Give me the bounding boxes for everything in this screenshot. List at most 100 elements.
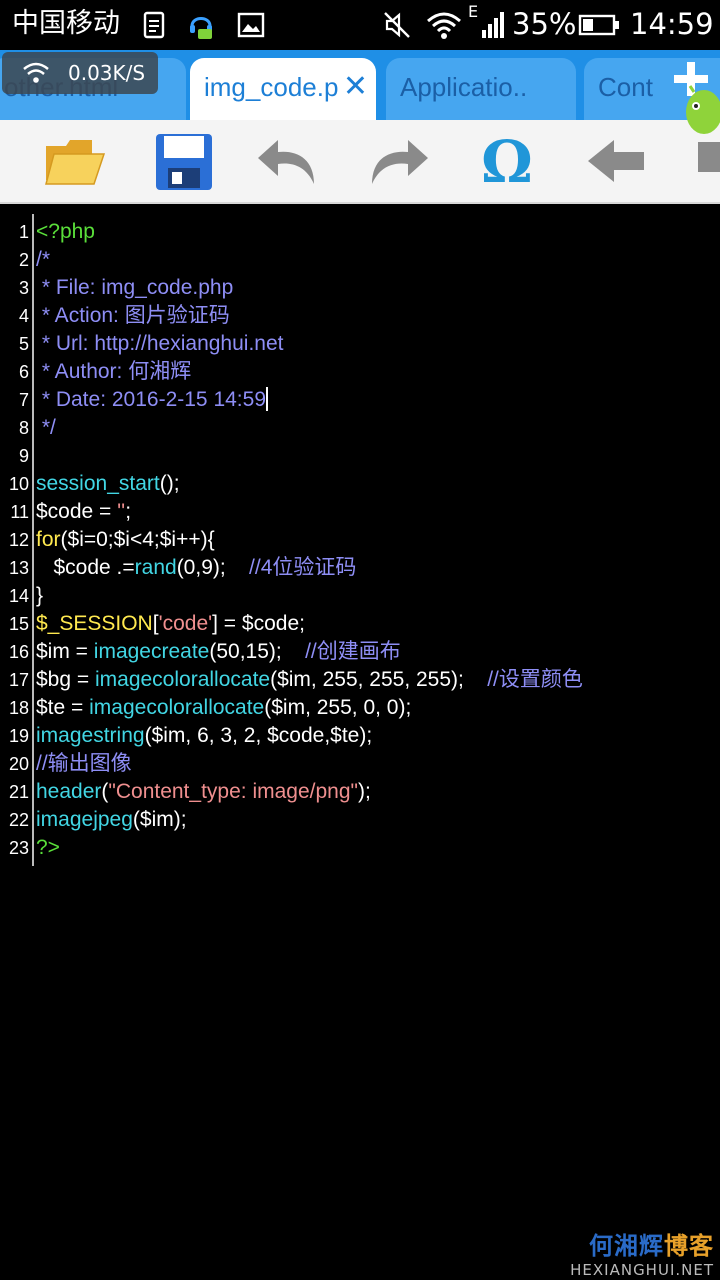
code-line[interactable]: 10 session_start(); — [0, 470, 720, 498]
watermark-title-blog: 博客 — [664, 1232, 714, 1260]
tab-label: Applicatio.. — [400, 72, 528, 102]
code-line[interactable]: 1 <?php — [0, 218, 720, 246]
line-source: for($i=0;$i<4;$i++){ — [36, 526, 215, 554]
code-line[interactable]: 16 $im = imagecreate(50,15); //创建画布 — [0, 638, 720, 666]
code-token: "Content_type: image/png" — [108, 780, 358, 803]
line-source: $im = imagecreate(50,15); //创建画布 — [36, 638, 401, 666]
close-tab-icon[interactable]: ✕ — [343, 58, 368, 116]
redo-icon[interactable] — [364, 128, 430, 194]
code-token: * File: img_code.php — [36, 276, 234, 299]
code-line[interactable]: 13 $code .=rand(0,9); //4位验证码 — [0, 554, 720, 582]
code-token: imagejpeg — [36, 808, 133, 831]
code-line[interactable]: 7 * Date: 2016-2-15 14:59 — [0, 386, 720, 414]
code-line[interactable]: 21 header("Content_type: image/png"); — [0, 778, 720, 806]
code-line[interactable]: 4 * Action: 图片验证码 — [0, 302, 720, 330]
tab-label: Cont — [598, 72, 653, 102]
code-token: //创建画布 — [305, 640, 401, 663]
code-token: * Date: 2016-2-15 14:59 — [36, 388, 266, 411]
code-line[interactable]: 18 $te = imagecolorallocate($im, 255, 0, … — [0, 694, 720, 722]
code-token: header — [36, 780, 102, 803]
tab-application[interactable]: Applicatio.. — [386, 58, 576, 120]
watermark-title: 何湘辉博客 — [570, 1226, 714, 1261]
code-line[interactable]: 9 — [0, 442, 720, 470]
code-line[interactable]: 11 $code = ''; — [0, 498, 720, 526]
save-icon[interactable] — [150, 128, 216, 194]
code-token: //输出图像 — [36, 752, 132, 775]
line-number: 1 — [18, 222, 29, 242]
code-token: ($im); — [132, 808, 187, 831]
line-source: * Action: 图片验证码 — [36, 302, 230, 330]
line-source: ?> — [36, 834, 60, 862]
code-line[interactable]: 23 ?> — [0, 834, 720, 862]
line-number: 9 — [18, 446, 29, 466]
code-token: $te = — [36, 696, 90, 719]
wifi-icon — [427, 12, 461, 39]
code-line[interactable]: 15 $_SESSION['code'] = $code; — [0, 610, 720, 638]
line-number: 21 — [8, 782, 29, 802]
screen: 中国移动 E 35% 14:59 img_code.p ✕ Applicatio… — [0, 0, 720, 1280]
next-tool-icon[interactable] — [690, 128, 720, 194]
code-token: ($im, 6, 3, 2, $code,$te); — [144, 724, 373, 747]
code-token: rand — [134, 556, 177, 579]
code-token: $bg = — [36, 668, 95, 691]
line-source: session_start(); — [36, 470, 180, 498]
code-token: ; — [125, 500, 132, 523]
open-folder-icon[interactable] — [42, 128, 108, 194]
line-source: <?php — [36, 218, 95, 246]
watermark-site: HEXIANGHUI.NET — [570, 1261, 714, 1279]
code-token: */ — [36, 416, 56, 439]
line-source: $code .=rand(0,9); //4位验证码 — [36, 554, 357, 582]
status-bar: 中国移动 E 35% 14:59 — [0, 0, 720, 50]
toolbar: Ω — [0, 120, 720, 204]
code-token: ); — [357, 780, 371, 803]
line-number: 2 — [18, 250, 29, 270]
code-token: $code = — [36, 500, 118, 523]
code-token: <?php — [36, 220, 95, 243]
android-mascot-icon — [686, 85, 720, 134]
line-source: imagejpeg($im); — [36, 806, 187, 834]
line-number: 10 — [8, 474, 29, 494]
code-editor[interactable]: 1 <?php 2/* 3 * File: img_code.php 4 * Actio… — [0, 206, 720, 1280]
undo-icon[interactable] — [256, 128, 322, 194]
mute-icon — [384, 12, 410, 38]
line-source: imagestring($im, 6, 3, 2, $code,$te); — [36, 722, 372, 750]
line-number: 5 — [18, 334, 29, 354]
line-number: 11 — [10, 502, 29, 522]
code-line[interactable]: 22 imagejpeg($im); — [0, 806, 720, 834]
code-token: imagecreate — [93, 640, 210, 663]
line-number: 3 — [18, 278, 29, 298]
line-number: 13 — [8, 558, 29, 578]
code-token: //4位验证码 — [249, 556, 357, 579]
clock: 14:59 — [630, 7, 714, 41]
omega-symbol-icon[interactable]: Ω — [474, 128, 540, 194]
line-source: } — [36, 582, 43, 610]
code-token: imagecolorallocate — [89, 696, 265, 719]
text-cursor — [266, 387, 268, 411]
code-token: imagestring — [36, 724, 145, 747]
back-arrow-icon[interactable] — [584, 128, 650, 194]
code-line[interactable]: 8 */ — [0, 414, 720, 442]
line-number: 7 — [18, 390, 29, 410]
code-line[interactable]: 2 /* — [0, 246, 720, 274]
line-source: */ — [36, 414, 56, 442]
code-line[interactable]: 3 * File: img_code.php — [0, 274, 720, 302]
code-line[interactable]: 12 for($i=0;$i<4;$i++){ — [0, 526, 720, 554]
line-number: 6 — [18, 362, 29, 382]
line-source: /* — [36, 246, 50, 274]
document-icon — [143, 11, 165, 39]
code-token: (); — [159, 472, 180, 495]
code-line[interactable]: 19 imagestring($im, 6, 3, 2, $code,$te); — [0, 722, 720, 750]
line-number: 15 — [8, 614, 29, 634]
line-source: $code = ''; — [36, 498, 131, 526]
code-line[interactable]: 5 * Url: http://hexianghui.net — [0, 330, 720, 358]
code-line[interactable]: 17 $bg = imagecolorallocate($im, 255, 255… — [0, 666, 720, 694]
line-number: 18 — [8, 698, 29, 718]
code-line[interactable]: 6 * Author: 何湘辉 — [0, 358, 720, 386]
code-line[interactable]: 20 //输出图像 — [0, 750, 720, 778]
net-speed-value: 0.03K/S — [68, 61, 146, 85]
code-line[interactable]: 14} — [0, 582, 720, 610]
line-number: 4 — [18, 306, 29, 326]
battery-percent: 35% — [512, 7, 577, 41]
tab-img-code[interactable]: img_code.p ✕ — [190, 58, 376, 120]
line-number: 20 — [8, 754, 29, 774]
